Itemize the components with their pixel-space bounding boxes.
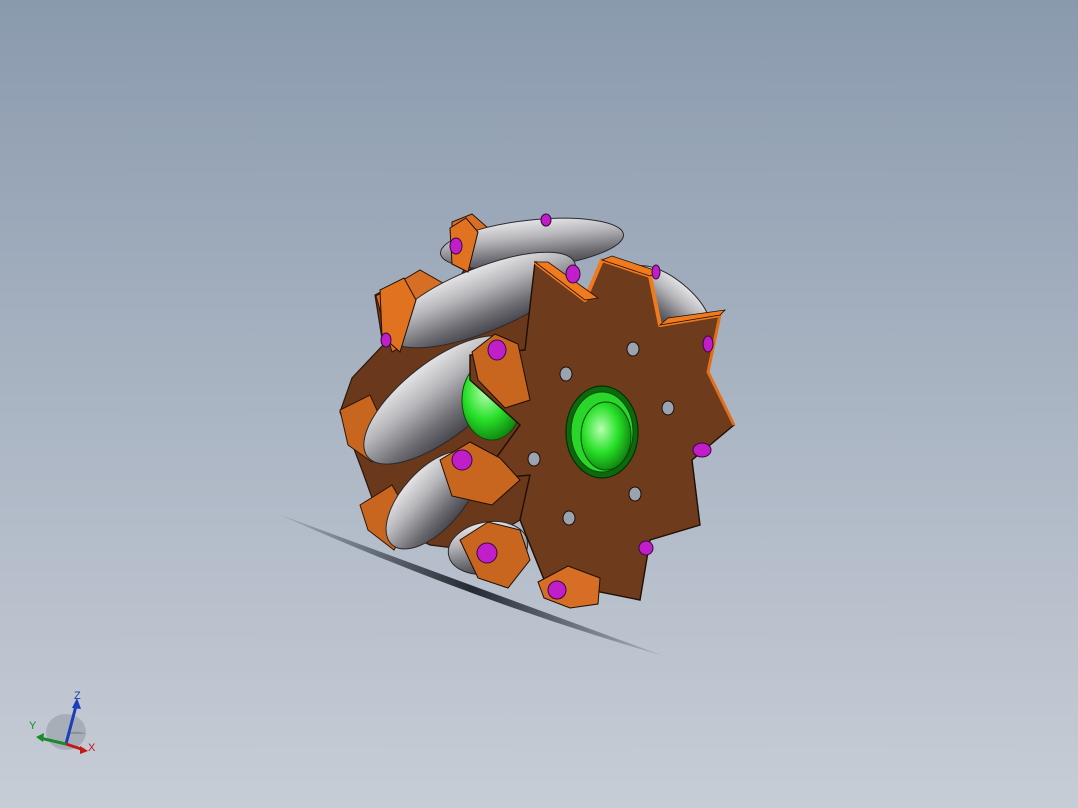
bolt <box>451 449 473 471</box>
z-axis-label: Z <box>74 690 81 702</box>
bolt <box>692 442 712 458</box>
center-bore[interactable] <box>565 385 639 479</box>
bolt <box>547 580 567 600</box>
bolt <box>380 332 392 348</box>
hole <box>628 486 642 502</box>
hole <box>661 400 675 416</box>
bolt <box>565 264 581 284</box>
bolt <box>449 237 463 255</box>
hole <box>559 366 573 382</box>
hole <box>562 510 576 526</box>
hole <box>626 341 640 357</box>
y-axis-label: Y <box>29 720 37 732</box>
graphics-viewport[interactable]: Z Y X <box>0 0 1078 808</box>
hole <box>527 451 541 467</box>
model-view[interactable] <box>0 0 1078 808</box>
bolt <box>651 264 661 280</box>
x-axis-label: X <box>88 742 96 754</box>
bolt <box>476 542 498 564</box>
orientation-triad[interactable]: Z Y X <box>22 684 106 768</box>
bolt <box>638 540 654 556</box>
bolt <box>702 335 714 353</box>
bolt <box>487 339 507 361</box>
bolt <box>540 213 552 227</box>
